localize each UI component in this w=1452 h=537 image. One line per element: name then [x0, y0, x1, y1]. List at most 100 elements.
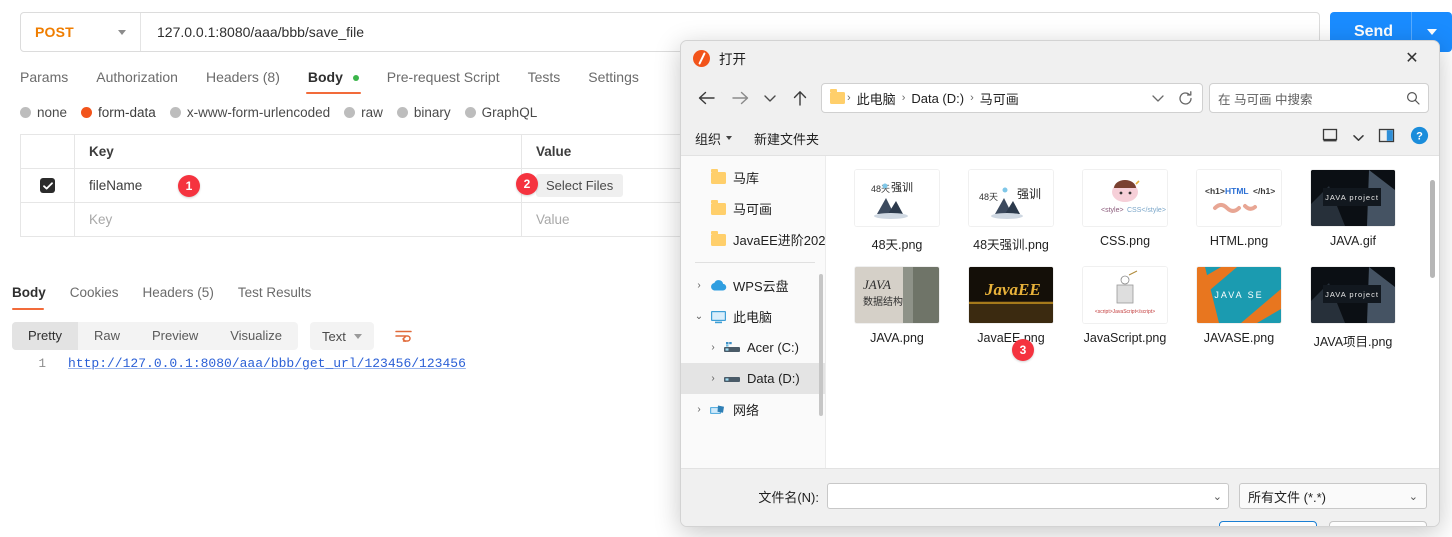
response-format-select[interactable]: Text [310, 322, 374, 350]
body-type-graphql[interactable]: GraphQL [464, 105, 537, 120]
pill-visualize[interactable]: Visualize [214, 322, 298, 350]
pill-preview[interactable]: Preview [136, 322, 214, 350]
tab-settings[interactable]: Settings [574, 66, 653, 92]
response-tab-headers[interactable]: Headers (5) [131, 284, 226, 308]
chevron-down-icon[interactable]: ⌄ [689, 311, 709, 322]
pill-raw[interactable]: Raw [78, 322, 136, 350]
address-dropdown-button[interactable] [1146, 94, 1170, 103]
pill-pretty[interactable]: Pretty [12, 322, 78, 350]
row-checkbox-cell[interactable] [21, 169, 75, 202]
response-body-link[interactable]: http://127.0.0.1:8080/aaa/bbb/get_url/12… [68, 356, 466, 371]
response-tab-cookies[interactable]: Cookies [58, 284, 131, 308]
breadcrumb-item[interactable]: 此电脑 [853, 89, 900, 108]
svg-text:?: ? [1416, 131, 1423, 143]
svg-text:<h1>: <h1> [1205, 186, 1225, 196]
up-button[interactable] [783, 83, 817, 113]
view-mode-dropdown[interactable] [1353, 129, 1364, 147]
file-item[interactable]: <h1> HTML </h1> HTML.png [1182, 170, 1296, 253]
help-button[interactable]: ? [1410, 126, 1429, 150]
tree-item-folder[interactable]: 马库 [681, 162, 825, 193]
tree-item-folder[interactable]: 马可画 [681, 193, 825, 224]
chevron-right-icon[interactable]: › [703, 342, 723, 353]
breadcrumb-item[interactable]: 马可画 [976, 89, 1023, 108]
tab-pre-request-script[interactable]: Pre-request Script [373, 66, 514, 92]
row-key-input[interactable]: Key [75, 203, 522, 236]
file-item[interactable]: JAVA SE JAVASE.png [1182, 267, 1296, 350]
organize-button[interactable]: 组织 [695, 129, 733, 148]
radio-label: raw [361, 105, 383, 120]
active-tab-underline [305, 91, 361, 94]
file-item[interactable]: JAVA 数据结构 JAVA.png [840, 267, 954, 350]
new-folder-button[interactable]: 新建文件夹 [754, 129, 819, 148]
response-tab-test-results[interactable]: Test Results [226, 284, 324, 308]
refresh-button[interactable] [1172, 90, 1198, 106]
url-input[interactable]: 127.0.0.1:8080/aaa/bbb/save_file [141, 24, 364, 40]
file-name: JAVASE.png [1203, 331, 1275, 345]
tree-item-folder[interactable]: JavaEE进阶2023 [681, 224, 825, 255]
tree-item-wps-cloud[interactable]: › WPS云盘 [681, 270, 825, 301]
http-method-select[interactable]: POST [21, 13, 141, 51]
recent-locations-button[interactable] [757, 83, 783, 113]
file-item[interactable]: <style> CSS</style> CSS.png [1068, 170, 1182, 253]
view-mode-button[interactable] [1322, 128, 1339, 148]
file-grid-scrollbar[interactable] [1430, 180, 1435, 278]
annotation-badge-1: 1 [178, 175, 200, 197]
body-type-binary[interactable]: binary [396, 105, 451, 120]
row-key-input[interactable]: fileName [75, 169, 522, 202]
annotation-badge-3: 3 [1012, 339, 1034, 361]
filename-input[interactable]: ⌄ [827, 483, 1229, 509]
tree-item-network[interactable]: › 网络 [681, 394, 825, 425]
tab-label: Authorization [96, 69, 178, 85]
arrow-left-icon [698, 91, 715, 105]
chevron-down-icon[interactable]: ⌄ [1213, 490, 1222, 503]
file-item[interactable]: JAVA project JAVA项目.png [1296, 267, 1410, 350]
tree-scrollbar[interactable] [819, 274, 823, 416]
tab-label: Body [307, 69, 343, 85]
tree-item-drive-d[interactable]: › Data (D:) [681, 363, 825, 394]
send-options-button[interactable] [1412, 29, 1452, 35]
response-tab-body[interactable]: Body [12, 284, 58, 310]
file-item[interactable]: JavaEE JavaEE.png [954, 267, 1068, 350]
dialog-title: 打开 [719, 52, 746, 67]
file-item[interactable]: JAVA project JAVA.gif [1296, 170, 1410, 253]
body-type-raw[interactable]: raw [344, 105, 383, 120]
search-input[interactable]: 在 马可画 中搜索 [1218, 89, 1406, 108]
chevron-right-icon[interactable]: › [703, 373, 723, 384]
radio-icon [169, 107, 181, 118]
tree-item-this-pc[interactable]: ⌄ 此电脑 [681, 301, 825, 332]
tab-headers[interactable]: Headers (8) [192, 66, 294, 92]
cancel-button[interactable]: 取消 [1329, 521, 1427, 526]
file-name: JAVA项目.png [1313, 335, 1393, 349]
address-bar[interactable]: › 此电脑 › Data (D:) › 马可画 [821, 83, 1203, 113]
search-box[interactable]: 在 马可画 中搜索 [1209, 83, 1429, 113]
breadcrumb-item[interactable]: Data (D:) [907, 91, 968, 106]
send-button-label: Send [1353, 23, 1394, 40]
tab-body[interactable]: Body [294, 66, 373, 94]
folder-icon [709, 199, 727, 215]
body-type-form-data[interactable]: form-data [81, 105, 156, 120]
chevron-right-icon[interactable]: › [689, 280, 709, 291]
response-format-label: Text [322, 328, 346, 344]
file-item[interactable]: 48天 强训 48天强训.png [954, 170, 1068, 253]
dialog-buttons: 打开(O) 取消 [681, 509, 1439, 526]
open-button[interactable]: 打开(O) [1219, 521, 1317, 526]
wrap-lines-button[interactable] [389, 322, 417, 350]
preview-pane-button[interactable] [1378, 128, 1396, 149]
file-type-filter-select[interactable]: 所有文件 (*.*) ⌄ [1239, 483, 1427, 509]
chevron-right-icon[interactable]: › [689, 404, 709, 415]
tab-params[interactable]: Params [20, 66, 82, 92]
tab-tests[interactable]: Tests [514, 66, 575, 92]
file-item[interactable]: 48天 强训 48天.png [840, 170, 954, 253]
tab-authorization[interactable]: Authorization [82, 66, 192, 92]
row-checkbox-cell[interactable] [21, 203, 75, 236]
back-button[interactable] [689, 83, 723, 113]
close-icon[interactable]: ✕ [1391, 43, 1433, 73]
forward-button[interactable] [723, 83, 757, 113]
chevron-down-icon [1353, 135, 1364, 141]
select-files-button[interactable]: Select Files [536, 174, 624, 197]
body-type-none[interactable]: none [20, 105, 67, 120]
tree-item-drive-c[interactable]: › Acer (C:) [681, 332, 825, 363]
checkbox-checked-icon[interactable] [40, 178, 55, 193]
file-item[interactable]: <script>JavaScript</script> JavaScript.p… [1068, 267, 1182, 350]
body-type-x-www-form-urlencoded[interactable]: x-www-form-urlencoded [169, 105, 330, 120]
